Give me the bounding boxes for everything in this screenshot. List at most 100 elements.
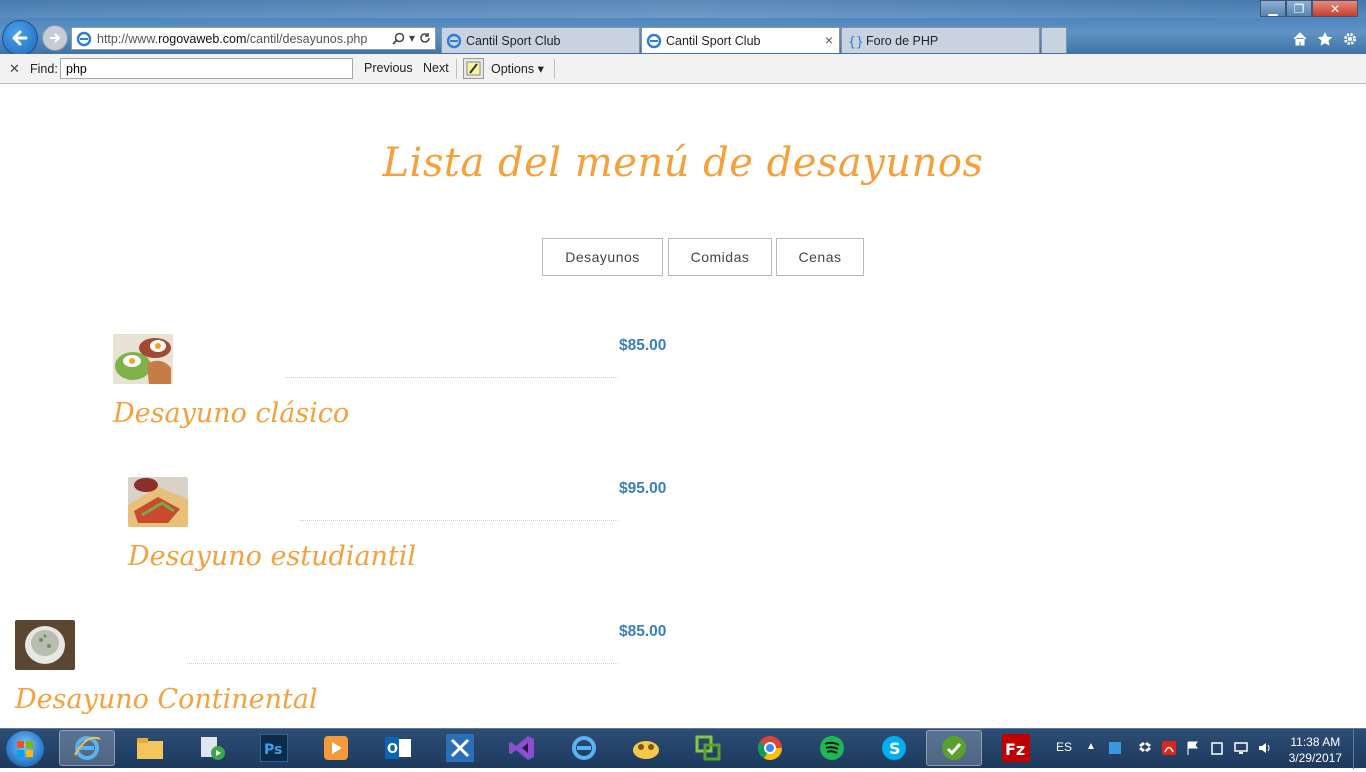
tools-icon [446,734,474,762]
item-name: Desayuno clásico [113,398,350,429]
item-price: $85.00 [619,623,667,640]
flag-tray-icon[interactable] [1186,741,1200,755]
find-label: Find: [30,62,58,76]
dreamweaver-icon [942,736,966,760]
clock-date: 3/29/2017 [1288,751,1342,765]
refresh-icon[interactable] [419,32,431,44]
taskbar-skype[interactable]: S [866,730,922,766]
system-clock[interactable]: 11:38 AM 3/29/2017 [1289,734,1342,766]
media-player-icon [324,736,348,760]
address-tools: ▾ [392,31,431,45]
arrow-left-icon [12,30,28,46]
minimize-button[interactable]: ▁ [1260,0,1286,17]
restore-button[interactable]: ❐ [1286,0,1312,17]
divider [554,59,555,79]
arrow-right-icon [50,33,61,43]
outlook-icon: O [385,737,411,759]
taskbar: Ps O S Fz ES ▲ 11:38 AM 3/29/2017 [0,728,1366,769]
item-price: $85.00 [619,337,667,354]
close-tab-icon[interactable]: × [825,32,833,48]
taskbar-media-center[interactable] [184,730,240,766]
taskbar-photoshop[interactable]: Ps [246,730,302,766]
category-cenas-button[interactable]: Cenas [776,238,864,276]
browser-toolbar-right [1292,31,1358,47]
window-controls: ▁ ❐ ✕ [1260,0,1358,18]
volume-tray-icon[interactable] [1258,741,1272,755]
folder-icon [137,738,163,759]
acrobat-tray-icon[interactable] [1162,741,1176,755]
ie-tab-icon [646,33,662,49]
taskbar-outlook[interactable]: O [370,730,426,766]
highlight-icon[interactable] [463,58,484,79]
ie-tab-icon [446,33,462,49]
language-indicator[interactable]: ES [1056,740,1072,754]
dropbox-tray-icon[interactable] [1138,741,1152,755]
device-tray-icon[interactable] [1210,741,1224,755]
eggs-breakfast-image [113,334,173,384]
taskbar-cloud-app[interactable] [618,730,674,766]
svg-text:S: S [889,739,901,758]
filezilla-icon: Fz [1002,734,1030,762]
find-previous-button[interactable]: Previous [364,61,413,75]
tab-label: Cantil Sport Club [466,34,561,48]
network-tray-icon[interactable] [1108,741,1122,755]
dotted-leader [285,377,618,378]
taskbar-filezilla[interactable]: Fz [988,730,1044,766]
search-icon[interactable] [392,32,405,45]
internet-explorer-icon [74,736,101,760]
item-name: Desayuno estudiantil [128,541,417,572]
close-window-button[interactable]: ✕ [1312,0,1358,17]
new-tab-button[interactable] [1041,27,1067,53]
taskbar-vmware[interactable] [680,730,736,766]
taskbar-chrome[interactable] [742,730,798,766]
taskbar-tools[interactable] [432,730,488,766]
find-next-button[interactable]: Next [423,61,449,75]
tab-cantil-active[interactable]: Cantil Sport Club × [641,27,840,53]
tab-label: Foro de PHP [866,34,939,48]
find-options-button[interactable]: Options ▾ [491,61,544,76]
tab-foro-php[interactable]: {} Foro de PHP [841,27,1040,53]
spotify-icon [820,736,844,760]
taskbar-dreamweaver[interactable] [926,730,982,766]
taskbar-visual-studio[interactable] [494,730,550,766]
start-button[interactable] [6,731,44,767]
taskbar-internet-explorer[interactable] [59,730,115,766]
address-bar[interactable]: http://www.rogovaweb.com/cantil/desayuno… [71,27,436,50]
visual-studio-icon [509,736,534,760]
bowl-image [15,620,75,670]
forward-button[interactable] [42,25,68,51]
ie-page-icon [76,31,92,47]
category-desayunos-button[interactable]: Desayunos [542,238,663,276]
cloud-app-icon [633,741,659,759]
dropdown-caret-icon[interactable]: ▾ [409,31,415,45]
taskbar-internet-explorer-2[interactable] [556,730,612,766]
skype-icon: S [882,736,906,760]
taskbar-media-player[interactable] [308,730,364,766]
tab-label: Cantil Sport Club [666,34,761,48]
media-center-icon [201,737,225,760]
find-input[interactable] [60,58,353,79]
tray-expand-icon[interactable]: ▲ [1086,741,1096,752]
chrome-icon [757,736,782,761]
back-button[interactable] [2,20,38,56]
close-find-icon[interactable]: ✕ [9,61,20,77]
dotted-leader [187,663,618,664]
address-url: http://www.rogovaweb.com/cantil/desayuno… [97,32,368,46]
vmware-icon [695,735,721,761]
favorites-star-icon[interactable] [1317,31,1333,47]
monitor-tray-icon[interactable] [1234,741,1248,755]
category-comidas-button[interactable]: Comidas [668,238,772,276]
svg-text:Ps: Ps [264,742,282,758]
tab-cantil-1[interactable]: Cantil Sport Club [441,27,640,53]
taskbar-file-explorer[interactable] [122,730,178,766]
home-icon[interactable] [1292,31,1308,47]
gear-icon[interactable] [1342,31,1358,47]
item-name: Desayuno Continental [15,684,318,715]
show-desktop-button[interactable] [1353,729,1366,769]
item-price: $95.00 [619,480,667,497]
page-title: Lista del menú de desayunos [382,140,984,186]
find-bar: ✕ Find: Previous Next Options ▾ [0,54,1366,84]
windows-logo-icon [17,741,33,757]
svg-text:{}: {} [848,35,862,49]
taskbar-spotify[interactable] [804,730,860,766]
